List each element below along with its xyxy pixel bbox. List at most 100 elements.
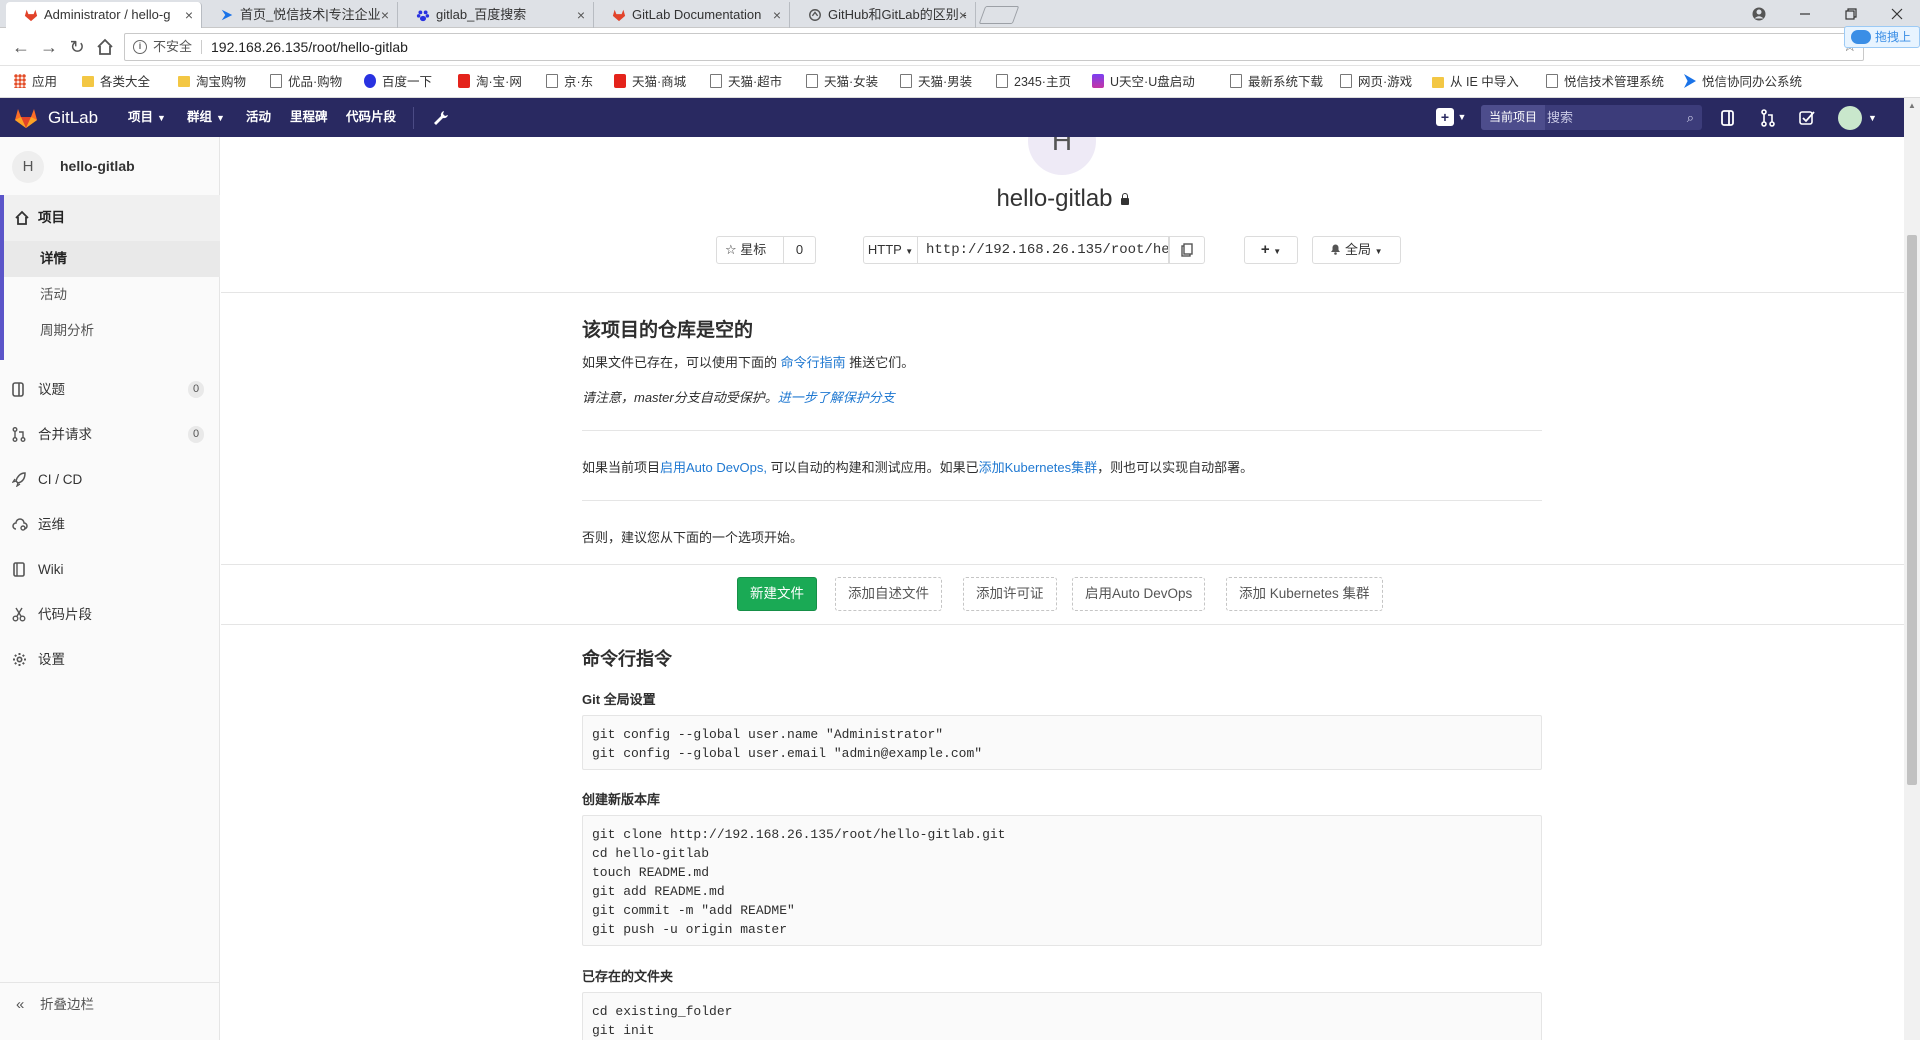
bookmark-item[interactable]: 百度一下 <box>364 66 432 98</box>
nav-projects[interactable]: 项目 ▼ <box>128 98 166 138</box>
plus-icon[interactable]: + <box>1436 108 1454 126</box>
notification-dropdown[interactable]: 全局 ▼ <box>1312 236 1401 264</box>
close-icon[interactable]: × <box>577 2 585 28</box>
merge-request-icon[interactable] <box>1760 109 1776 127</box>
reload-icon[interactable]: ↻ <box>66 36 88 58</box>
cli-guide-link[interactable]: 命令行指南 <box>781 355 846 370</box>
issues-icon[interactable] <box>1720 109 1736 127</box>
todo-check-icon[interactable] <box>1798 109 1816 127</box>
user-avatar[interactable]: ▼ <box>1838 106 1877 130</box>
sidebar-item-issues[interactable]: 议题 0 <box>0 367 220 412</box>
add-dropdown-button[interactable]: + ▼ <box>1244 236 1298 264</box>
browser-tab-gitlab-docs[interactable]: GitLab Documentation × <box>594 2 790 28</box>
copy-url-button[interactable] <box>1169 236 1205 264</box>
url-text[interactable]: 192.168.26.135/root/hello-gitlab <box>211 34 408 60</box>
bookmark-item[interactable]: 淘宝购物 <box>178 66 246 98</box>
sidebar-subitem-details[interactable]: 详情 <box>4 241 220 277</box>
bookmark-item[interactable]: 2345·主页 <box>996 66 1071 98</box>
clipboard-icon <box>1181 243 1193 257</box>
close-icon[interactable]: × <box>185 2 193 28</box>
sidebar-item-snippets[interactable]: 代码片段 <box>0 592 220 637</box>
bookmark-item[interactable]: 各类大全 <box>82 66 150 98</box>
nav-activity[interactable]: 活动 <box>246 98 271 137</box>
clone-url-input[interactable]: http://192.168.26.135/root/hello-gitlab.… <box>918 236 1169 264</box>
bookmark-item[interactable]: U天空·U盘启动 <box>1092 66 1195 98</box>
profile-icon[interactable] <box>1736 0 1782 28</box>
scissors-icon <box>12 607 26 622</box>
add-readme-button[interactable]: 添加自述文件 <box>835 577 942 611</box>
forward-arrow-icon[interactable]: → <box>38 36 60 58</box>
close-icon[interactable]: × <box>959 2 967 28</box>
bookmark-item[interactable]: 天猫·男装 <box>900 66 972 98</box>
nav-groups[interactable]: 群组 ▼ <box>187 98 225 138</box>
add-kubernetes-cluster-button[interactable]: 添加 Kubernetes 集群 <box>1226 577 1383 611</box>
info-icon[interactable]: i <box>133 40 147 54</box>
close-window-icon[interactable] <box>1874 0 1920 28</box>
restore-icon[interactable] <box>1828 0 1874 28</box>
create-repo-code[interactable]: git clone http://192.168.26.135/root/hel… <box>582 815 1542 946</box>
bookmark-item[interactable]: 从 IE 中导入 <box>1432 66 1519 98</box>
back-arrow-icon[interactable]: ← <box>10 36 32 58</box>
bookmark-apps[interactable]: 应用 <box>14 66 57 98</box>
sidebar-item-merge-requests[interactable]: 合并请求 0 <box>0 412 220 457</box>
sidebar-project-header[interactable]: H hello-gitlab <box>0 137 220 195</box>
project-avatar[interactable]: H <box>12 151 44 183</box>
sidebar-item-settings[interactable]: 设置 <box>0 637 220 682</box>
nav-label: 项目 <box>128 110 154 124</box>
cloud-icon <box>1851 30 1871 44</box>
bookmark-item[interactable]: 悦信协同办公系统 <box>1684 66 1802 98</box>
browser-tab-gitlab-project[interactable]: Administrator / hello-g × <box>6 2 202 28</box>
new-file-button[interactable]: 新建文件 <box>737 577 817 611</box>
cloud-upload-badge[interactable]: 拖拽上 <box>1844 26 1920 48</box>
insecure-label[interactable]: 不安全 <box>153 34 192 60</box>
star-count[interactable]: 0 <box>784 236 816 264</box>
bookmark-item[interactable]: 网页·游戏 <box>1340 66 1412 98</box>
search-scope-badge[interactable]: 当前项目 <box>1481 105 1546 130</box>
protected-branches-link[interactable]: 进一步了解保护分支 <box>778 390 895 405</box>
sidebar-subitem-activity[interactable]: 活动 <box>4 277 220 313</box>
bookmark-item[interactable]: 天猫·商城 <box>614 66 686 98</box>
bookmark-item[interactable]: 最新系统下载 <box>1230 66 1323 98</box>
sidebar-subitem-cycle-analytics[interactable]: 周期分析 <box>4 313 220 349</box>
nav-milestones[interactable]: 里程碑 <box>290 98 328 137</box>
bookmark-item[interactable]: 悦信技术管理系统 <box>1546 66 1664 98</box>
scrollbar-thumb[interactable] <box>1907 235 1917 785</box>
git-global-setup-code[interactable]: git config --global user.name "Administr… <box>582 715 1542 770</box>
gitlab-brand[interactable]: GitLab <box>48 98 98 137</box>
bookmark-item[interactable]: 京·东 <box>546 66 593 98</box>
existing-folder-code[interactable]: cd existing_folder git init <box>582 992 1542 1040</box>
minimize-icon[interactable] <box>1782 0 1828 28</box>
chevron-down-icon[interactable]: ▼ <box>1456 98 1468 137</box>
sidebar-project-name[interactable]: hello-gitlab <box>60 137 135 195</box>
close-icon[interactable]: × <box>381 2 389 28</box>
gitlab-logo-icon[interactable] <box>14 107 38 129</box>
sidebar-item-project[interactable]: 项目 <box>4 195 220 241</box>
sidebar-item-wiki[interactable]: Wiki <box>0 547 220 592</box>
enable-auto-devops-link[interactable]: 启用Auto DevOps, <box>660 460 767 475</box>
nav-snippets[interactable]: 代码片段 <box>346 98 396 137</box>
bookmark-item[interactable]: 淘·宝·网 <box>458 66 522 98</box>
close-icon[interactable]: × <box>773 2 781 28</box>
collapse-sidebar-button[interactable]: « 折叠边栏 <box>0 982 220 1026</box>
star-button[interactable]: ☆ 星标 <box>716 236 784 264</box>
clone-protocol-dropdown[interactable]: HTTP ▼ <box>863 236 918 264</box>
new-tab-button[interactable] <box>978 6 1020 24</box>
omnibox[interactable]: i 不安全 192.168.26.135/root/hello-gitlab ☆ <box>124 33 1864 61</box>
add-license-button[interactable]: 添加许可证 <box>963 577 1057 611</box>
enable-auto-devops-button[interactable]: 启用Auto DevOps <box>1072 577 1206 611</box>
home-icon[interactable] <box>94 36 116 58</box>
bookmark-item[interactable]: 天猫·超市 <box>710 66 782 98</box>
sidebar-item-operations[interactable]: 运维 <box>0 502 220 547</box>
wrench-icon[interactable] <box>432 109 450 127</box>
page-scrollbar[interactable]: ▲ <box>1904 98 1920 1040</box>
search-input[interactable] <box>1547 108 1675 127</box>
bookmark-item[interactable]: 优品·购物 <box>270 66 342 98</box>
sidebar-item-ci-cd[interactable]: CI / CD <box>0 457 220 502</box>
search-icon[interactable]: ⌕ <box>1687 105 1694 130</box>
browser-tab-baidu[interactable]: gitlab_百度搜索 × <box>398 2 594 28</box>
browser-tab-yuexin[interactable]: 首页_悦信技术|专注企业 × <box>202 2 398 28</box>
scroll-up-arrow-icon[interactable]: ▲ <box>1904 98 1920 114</box>
bookmark-item[interactable]: 天猫·女装 <box>806 66 878 98</box>
browser-tab-github-vs-gitlab[interactable]: GitHub和GitLab的区别 - × <box>790 2 976 28</box>
add-kubernetes-link[interactable]: 添加Kubernetes集群 <box>979 460 1098 475</box>
